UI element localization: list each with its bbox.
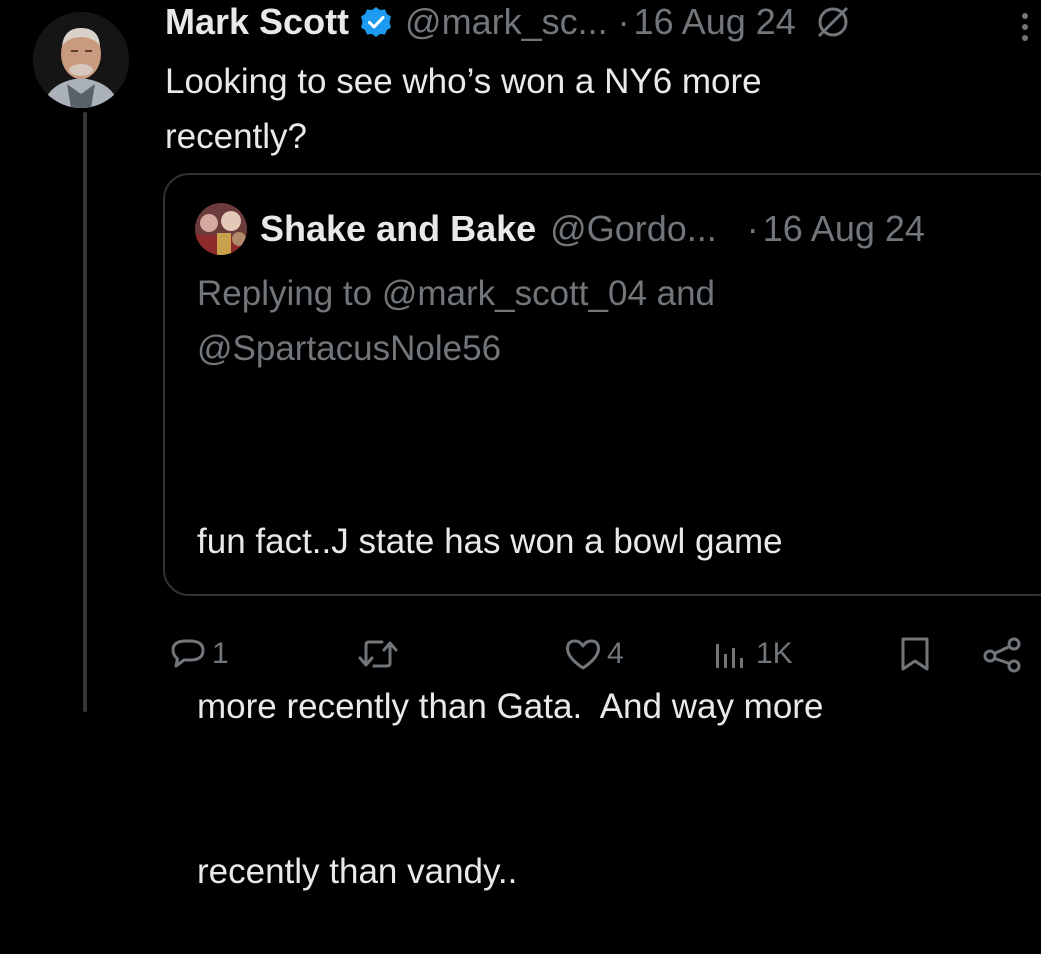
reply-icon [171,639,205,668]
grok-icon[interactable] [814,3,852,41]
repost-icon [358,640,398,668]
tweet-text: Looking to see who’s won a NY6 more rece… [165,54,925,164]
repost-button[interactable] [357,632,403,676]
replying-to-line: Replying to @mark_scott_04 and [197,274,716,313]
quoted-author-name[interactable]: Shake and Bake [260,208,536,250]
avatar[interactable] [33,12,129,108]
views-icon [716,644,743,668]
tweet-text-line: recently? [165,117,308,156]
reply-button[interactable]: 1 [168,632,229,676]
quoted-timestamp[interactable]: 16 Aug 24 [763,208,925,250]
timestamp[interactable]: 16 Aug 24 [634,1,796,43]
action-bar: 1 4 1K [0,620,1041,690]
quoted-text-line: recently than vandy.. [197,852,518,891]
like-button[interactable]: 4 [563,632,624,676]
like-count: 4 [607,637,624,670]
views-count: 1K [756,637,793,670]
more-options-icon[interactable] [1015,10,1035,44]
share-button[interactable] [981,632,1025,676]
quoted-avatar[interactable] [195,203,247,255]
reply-count: 1 [212,637,229,670]
author-handle[interactable]: @mark_sc... [405,1,608,43]
verified-badge-icon [359,5,393,39]
separator-dot: · [617,1,630,42]
replying-to-line: @SpartacusNole56 [197,329,502,368]
tweet-header: Mark Scott @mark_sc... · 16 Aug 24 [165,0,1035,44]
quoted-tweet-header: Shake and Bake @Gordo... · 16 Aug 24 [195,203,1025,255]
tweet-text-line: Looking to see who’s won a NY6 more [165,62,762,101]
like-icon [566,639,600,670]
author-name[interactable]: Mark Scott [165,1,349,43]
replying-to: Replying to @mark_scott_04 and @Spartacu… [197,266,957,376]
views-button[interactable]: 1K [712,632,793,676]
bookmark-icon [901,637,929,671]
quoted-author-handle[interactable]: @Gordo... [550,208,717,250]
quoted-text-line: fun fact..J state has won a bowl game [197,522,783,561]
share-icon [983,637,1021,673]
bookmark-button[interactable] [895,632,935,676]
quoted-separator-dot: · [746,208,759,249]
